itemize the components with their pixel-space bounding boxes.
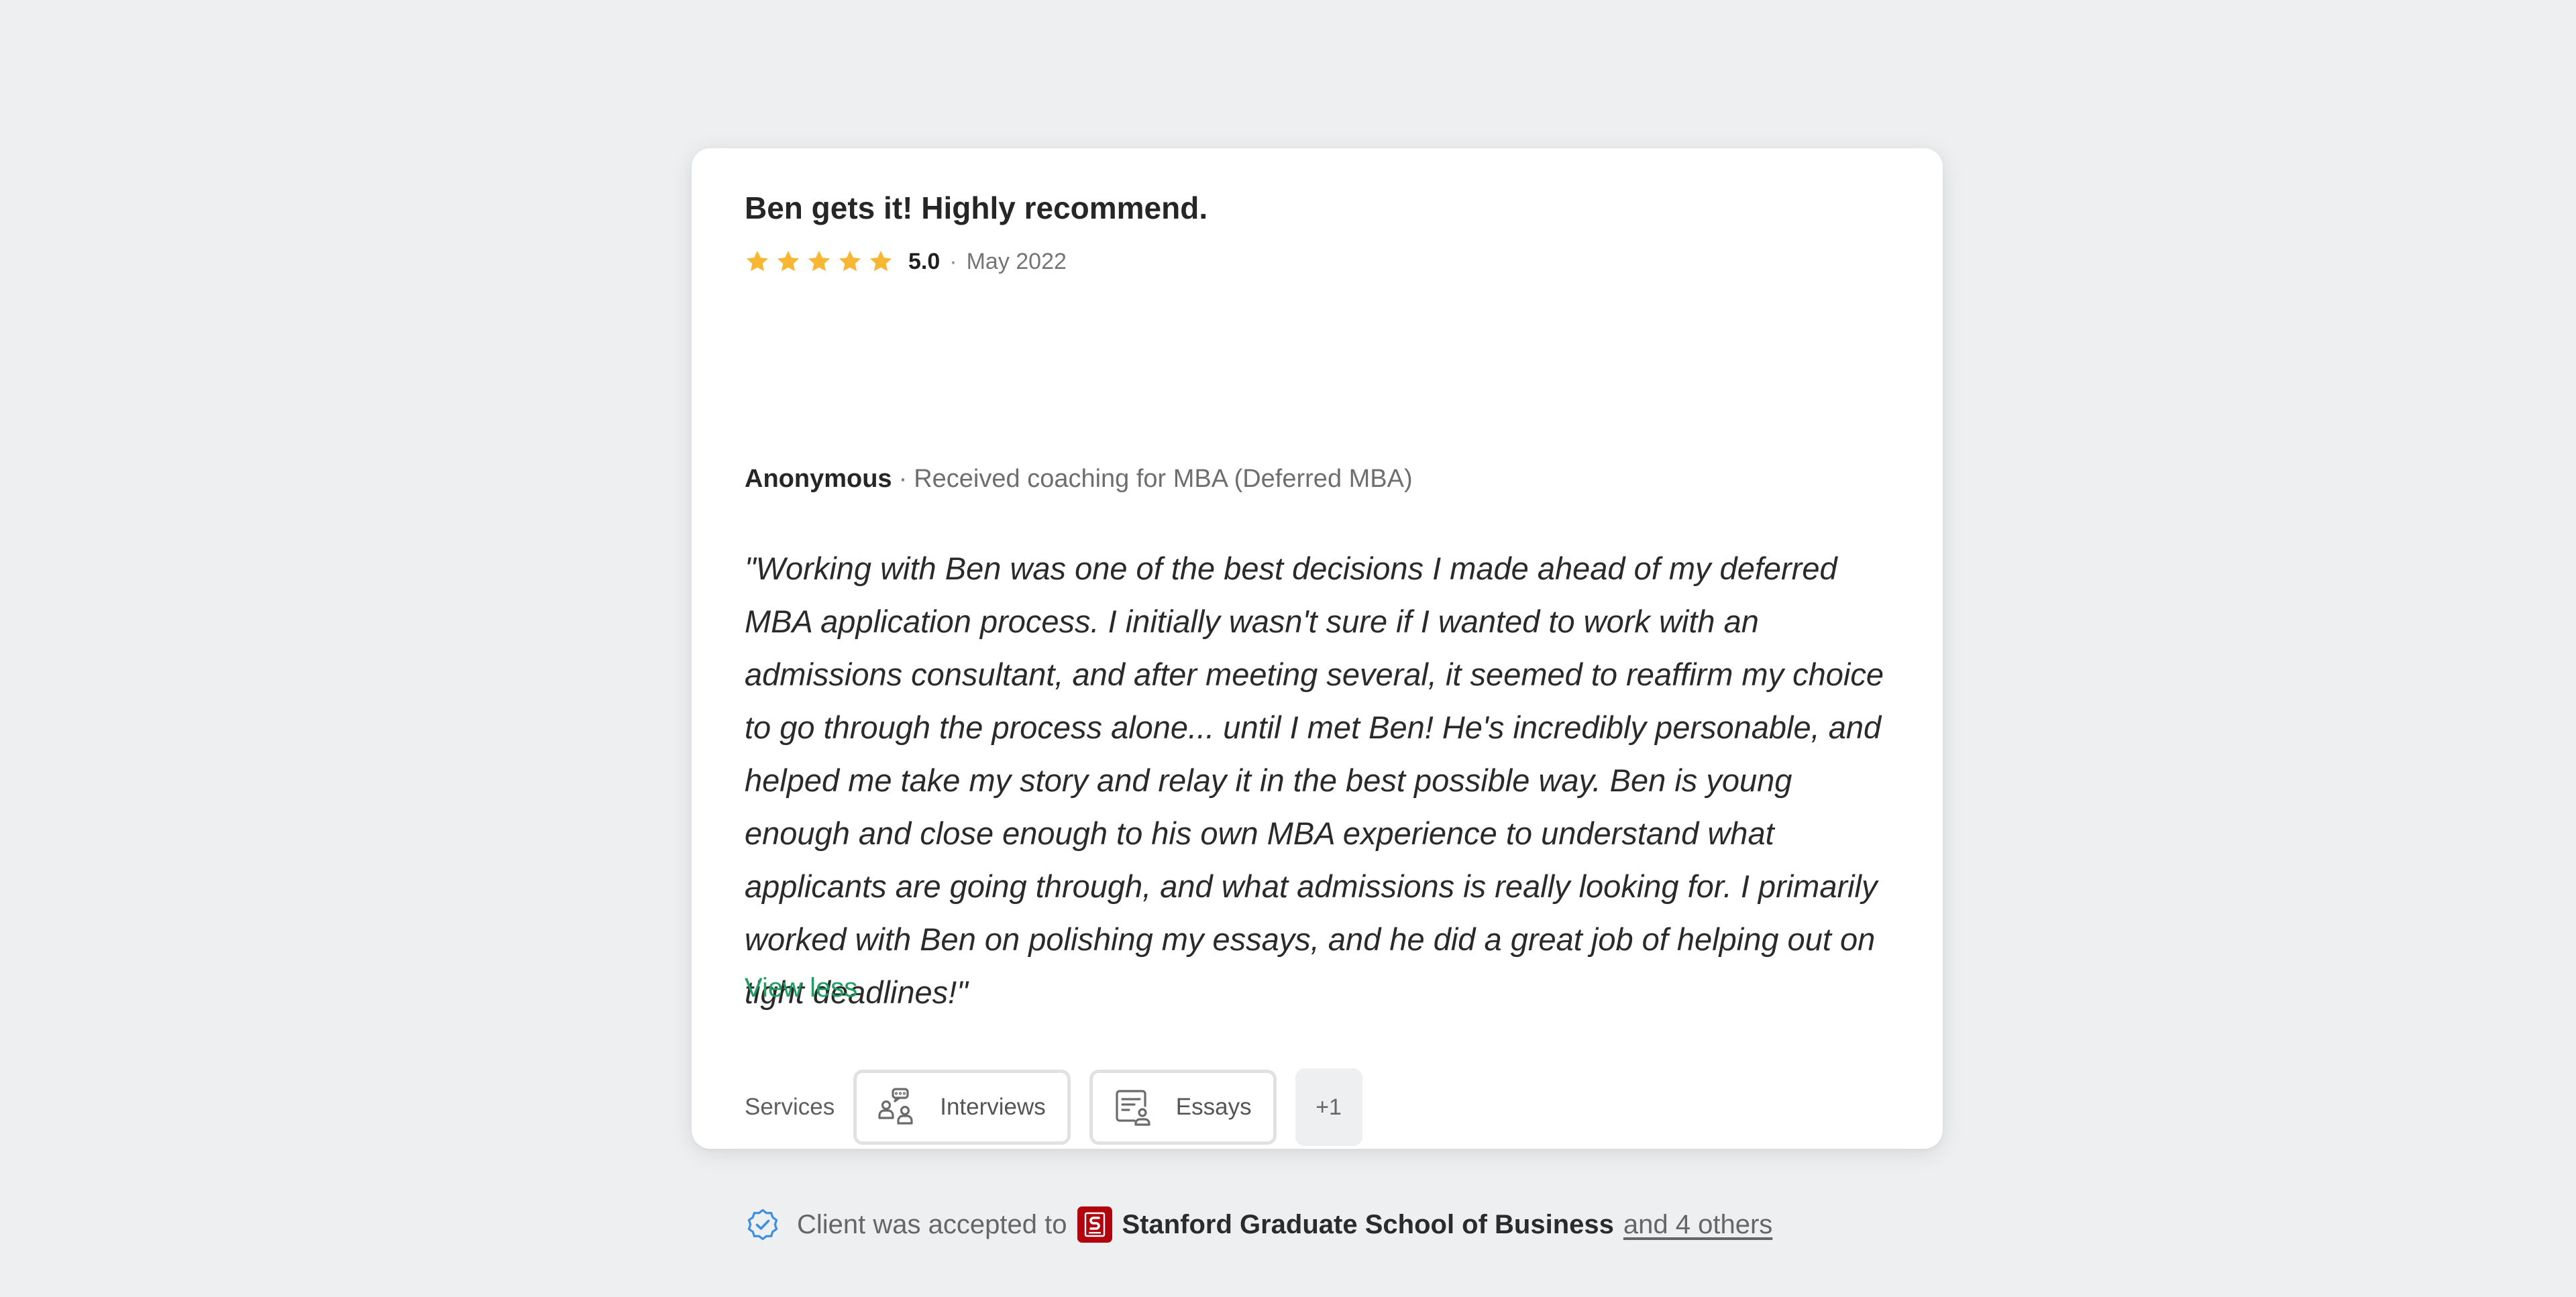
- separator-dot: ·: [949, 248, 957, 274]
- more-services-button[interactable]: +1: [1295, 1068, 1362, 1146]
- star-icon: [839, 250, 861, 272]
- service-chip-essays[interactable]: Essays: [1089, 1070, 1277, 1145]
- review-card: Ben gets it! Highly recommend. 5.0 · May…: [692, 148, 1943, 1243]
- star-icon: [808, 250, 830, 272]
- author-row: Anonymous · Received coaching for MBA (Def…: [745, 465, 1413, 494]
- other-schools-link[interactable]: and 4 others: [1623, 1210, 1772, 1240]
- review-title: Ben gets it! Highly recommend.: [745, 190, 1208, 225]
- author-name: Anonymous: [745, 465, 892, 493]
- star-rating: [745, 249, 894, 274]
- star-icon: [869, 250, 892, 272]
- service-chip-interviews[interactable]: Interviews: [853, 1070, 1071, 1145]
- accepted-row: Client was accepted to Stanford Graduate…: [745, 1204, 1772, 1245]
- rating-row: 5.0 · May 2022: [745, 245, 1067, 278]
- star-icon: [746, 250, 769, 272]
- verified-badge-icon: [747, 1208, 778, 1241]
- star-icon: [777, 250, 800, 272]
- rating-score: 5.0: [908, 248, 941, 274]
- services-row: Services Interviews Essays +1: [745, 1068, 1362, 1146]
- service-chip-label: Interviews: [940, 1094, 1046, 1120]
- review-body: "Working with Ben was one of the best de…: [745, 551, 1884, 1010]
- accepted-text: Client was accepted to: [797, 1209, 1067, 1239]
- stanford-logo-icon: [1077, 1206, 1113, 1243]
- review-date: May 2022: [966, 248, 1067, 274]
- essays-icon: [1116, 1090, 1150, 1126]
- coaching-description: Received coaching for MBA (Deferred MBA): [914, 465, 1413, 493]
- service-chip-label: Essays: [1175, 1094, 1252, 1120]
- separator-dot: ·: [898, 465, 908, 493]
- interviews-icon: [878, 1088, 913, 1125]
- view-less-link[interactable]: View less: [745, 973, 857, 1003]
- school-name: Stanford Graduate School of Business: [1122, 1209, 1614, 1239]
- services-label: Services: [745, 1094, 835, 1120]
